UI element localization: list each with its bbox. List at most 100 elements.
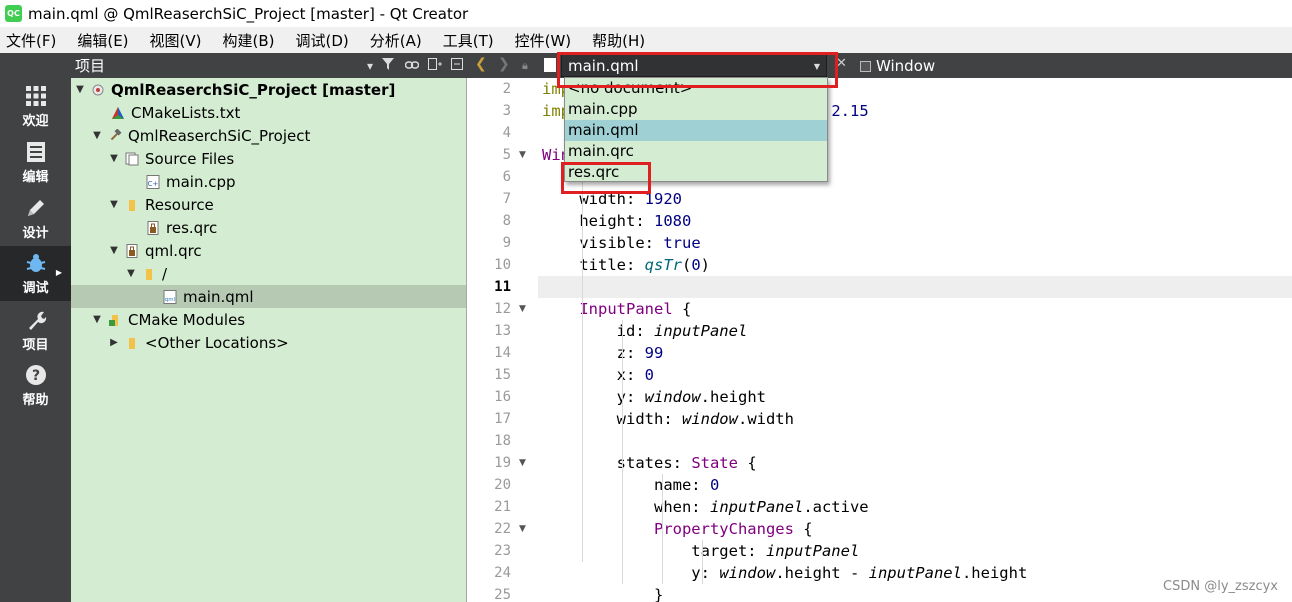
tree-item-cmakelists[interactable]: CMakeLists.txt <box>71 101 466 124</box>
tree-item-res-qrc[interactable]: res.qrc <box>71 216 466 239</box>
mode-label: 编辑 <box>22 170 49 185</box>
menu-tools[interactable]: 工具(T) <box>441 30 496 51</box>
line-number: 17 <box>494 411 511 427</box>
project-pane-title: 项目 <box>75 57 106 75</box>
chevron-down-icon[interactable]: ▼ <box>90 130 104 141</box>
line-number: 10 <box>494 257 511 273</box>
code-line[interactable]: states: State { <box>542 452 757 474</box>
menu-view[interactable]: 视图(V) <box>148 30 204 51</box>
menu-window[interactable]: 控件(W) <box>513 30 574 51</box>
line-number: 5 <box>502 147 511 163</box>
chevron-down-icon[interactable]: ▼ <box>107 153 121 164</box>
chevron-right-icon[interactable]: ▶ <box>107 337 121 348</box>
mode-debug[interactable]: 调试 ▶ <box>0 246 71 301</box>
mode-label: 项目 <box>22 338 49 353</box>
chevron-down-icon[interactable]: ▼ <box>107 245 121 256</box>
chevron-down-icon[interactable]: ▼ <box>124 268 138 279</box>
bug-icon <box>25 251 47 275</box>
symbol-selector[interactable]: Window <box>860 57 935 75</box>
menu-build[interactable]: 构建(B) <box>221 30 277 51</box>
qml-file-icon: qml <box>162 289 178 305</box>
project-pane-tools: ▾ <box>367 53 463 78</box>
nav-forward-icon[interactable]: ❯ <box>498 56 510 72</box>
annotation-box-res-qrc <box>561 162 651 194</box>
line-number: 21 <box>494 499 511 515</box>
svg-text:?: ? <box>31 368 39 384</box>
code-line[interactable]: y: window.height <box>542 386 766 408</box>
hammer-icon <box>107 128 123 144</box>
code-line[interactable]: title: qsTr(0) <box>542 254 710 276</box>
code-line[interactable]: y: window.height - inputPanel.height <box>542 562 1027 584</box>
code-line[interactable]: z: 99 <box>542 342 664 364</box>
menu-analyze[interactable]: 分析(A) <box>368 30 424 51</box>
tree-item-qml-qrc[interactable]: ▼ qml.qrc <box>71 239 466 262</box>
code-line[interactable]: name: 0 <box>542 474 719 496</box>
indent-guide <box>702 540 703 584</box>
tree-item-main-cpp[interactable]: C+ main.cpp <box>71 170 466 193</box>
dropdown-caret-icon[interactable]: ▾ <box>367 59 373 73</box>
tree-item-project-root[interactable]: ▼ QmlReaserchSiC_Project [master] <box>71 78 466 101</box>
tree-item-cmake-modules[interactable]: ▼ CMake Modules <box>71 308 466 331</box>
dropdown-option-main-qrc[interactable]: main.qrc <box>565 141 827 162</box>
line-number: 25 <box>494 587 511 602</box>
grid-icon <box>25 84 46 108</box>
folder-icon <box>124 335 140 351</box>
line-number: 23 <box>494 543 511 559</box>
menu-debug[interactable]: 调试(D) <box>294 30 351 51</box>
fold-marker-icon[interactable]: ▼ <box>519 144 531 166</box>
line-number: 16 <box>494 389 511 405</box>
code-line[interactable]: x: 0 <box>542 364 654 386</box>
line-number: 4 <box>502 125 511 141</box>
code-line[interactable]: } <box>542 584 663 602</box>
cmake-modules-icon <box>107 312 123 328</box>
link-icon[interactable] <box>404 59 420 73</box>
dropdown-option-main-cpp[interactable]: main.cpp <box>565 99 827 120</box>
help-icon: ? <box>25 363 47 387</box>
cpp-file-icon: C+ <box>145 174 161 190</box>
window-title: main.qml @ QmlReaserchSiC_Project [maste… <box>28 4 469 23</box>
mode-welcome[interactable]: 欢迎 <box>0 79 71 134</box>
caret-right-icon: ▶ <box>55 268 62 277</box>
code-line[interactable]: target: inputPanel <box>542 540 859 562</box>
code-line[interactable]: when: inputPanel.active <box>542 496 869 518</box>
line-number: 9 <box>502 235 511 251</box>
mode-design[interactable]: 设计 <box>0 191 71 246</box>
fold-marker-icon[interactable]: ▼ <box>519 298 531 320</box>
line-number: 13 <box>494 323 511 339</box>
chevron-down-icon[interactable]: ▼ <box>90 314 104 325</box>
line-number: 15 <box>494 367 511 383</box>
nav-back-icon[interactable]: ❮ <box>475 56 487 72</box>
lock-icon[interactable]: 🔒︎ <box>522 59 528 73</box>
qml-doc-icon <box>544 58 556 72</box>
menu-file[interactable]: 文件(F) <box>4 30 58 51</box>
code-line[interactable]: width: window.width <box>542 408 794 430</box>
close-pane-icon[interactable] <box>451 58 463 73</box>
fold-marker-icon[interactable]: ▼ <box>519 452 531 474</box>
tree-item-resource[interactable]: ▼ Resource <box>71 193 466 216</box>
code-line[interactable]: visible: true <box>542 232 700 254</box>
tree-item-root-folder[interactable]: ▼ / <box>71 262 466 285</box>
code-line[interactable]: id: inputPanel <box>542 320 748 342</box>
chevron-down-icon[interactable]: ▼ <box>73 84 87 95</box>
menu-edit[interactable]: 编辑(E) <box>75 30 130 51</box>
cmake-file-icon <box>110 105 126 121</box>
line-number: 2 <box>502 81 511 97</box>
split-icon[interactable] <box>428 58 442 73</box>
tree-item-source-files[interactable]: ▼ Source Files <box>71 147 466 170</box>
tree-item-target[interactable]: ▼ QmlReaserchSiC_Project <box>71 124 466 147</box>
filter-icon[interactable] <box>382 58 396 73</box>
tree-item-other-locations[interactable]: ▶ <Other Locations> <box>71 331 466 354</box>
dropdown-option-main-qml[interactable]: main.qml <box>565 120 827 141</box>
mode-edit[interactable]: 编辑 <box>0 135 71 190</box>
mode-help[interactable]: ? 帮助 <box>0 358 71 413</box>
tree-item-main-qml[interactable]: qml main.qml <box>71 285 466 308</box>
mode-projects[interactable]: 项目 <box>0 303 71 358</box>
fold-marker-icon[interactable]: ▼ <box>519 518 531 540</box>
menu-help[interactable]: 帮助(H) <box>590 30 647 51</box>
line-number: 19 <box>494 455 511 471</box>
code-line[interactable]: InputPanel { <box>542 298 691 320</box>
watermark: CSDN @ly_zszcyx <box>1163 579 1278 594</box>
mode-selector-bar: 欢迎 编辑 设计 调试 ▶ 项目 ? 帮助 <box>0 53 71 602</box>
code-line[interactable]: height: 1080 <box>542 210 691 232</box>
chevron-down-icon[interactable]: ▼ <box>107 199 121 210</box>
